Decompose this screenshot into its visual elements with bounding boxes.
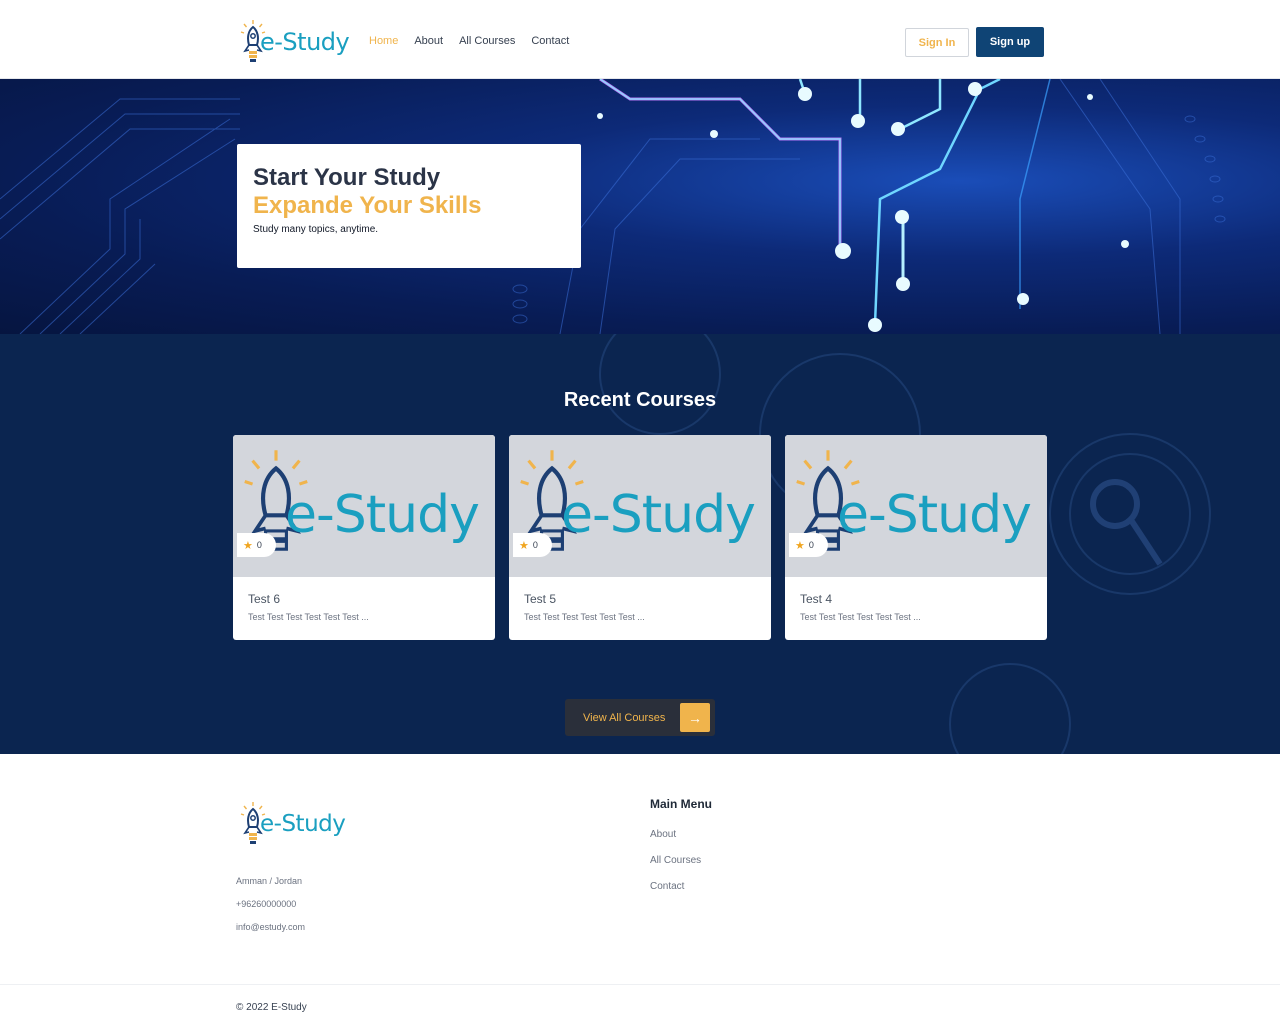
rating-badge: ★ 0 bbox=[513, 533, 552, 557]
footer-link-about[interactable]: About bbox=[650, 829, 676, 840]
course-image-logo: e-Study bbox=[285, 485, 480, 545]
copyright: © 2022 E-Study bbox=[236, 1002, 307, 1013]
footer-address: Amman / Jordan bbox=[236, 876, 303, 886]
circuit-background bbox=[0, 79, 1226, 334]
sign-up-button[interactable]: Sign up bbox=[976, 27, 1044, 57]
footer-link-all-courses[interactable]: All Courses bbox=[650, 855, 701, 866]
footer-logo[interactable]: e-Study bbox=[240, 800, 346, 848]
hero-subtitle: Study many topics, anytime. bbox=[253, 224, 379, 235]
footer-menu-title: Main Menu bbox=[650, 797, 712, 811]
course-card[interactable]: e-Study ★ 0 Test 6 Test Test Test Test T… bbox=[233, 435, 495, 640]
course-image: e-Study ★ 0 bbox=[233, 435, 495, 577]
nav-contact[interactable]: Contact bbox=[531, 35, 569, 47]
footer-link-contact[interactable]: Contact bbox=[650, 881, 684, 892]
logo-text: e-Study bbox=[260, 28, 350, 56]
course-image: e-Study ★ 0 bbox=[785, 435, 1047, 577]
course-card[interactable]: e-Study ★ 0 Test 5 Test Test Test Test T… bbox=[509, 435, 771, 640]
course-title: Test 4 bbox=[800, 592, 833, 606]
course-description: Test Test Test Test Test Test ... bbox=[524, 612, 645, 622]
nav-home[interactable]: Home bbox=[369, 35, 398, 47]
star-icon: ★ bbox=[243, 539, 253, 552]
footer-divider bbox=[0, 984, 1280, 985]
star-icon: ★ bbox=[519, 539, 529, 552]
footer-email[interactable]: info@estudy.com bbox=[236, 922, 305, 932]
nav-about[interactable]: About bbox=[414, 35, 443, 47]
arrow-right-icon: → bbox=[680, 703, 710, 732]
course-image-logo: e-Study bbox=[837, 485, 1032, 545]
main-nav: Home About All Courses Contact bbox=[369, 35, 569, 47]
hero-banner: Start Your Study Expande Your Skills Stu… bbox=[0, 79, 1280, 334]
site-header: e-Study Home About All Courses Contact S… bbox=[0, 0, 1280, 79]
course-description: Test Test Test Test Test Test ... bbox=[800, 612, 921, 622]
rating-value: 0 bbox=[808, 540, 814, 550]
hero-card: Start Your Study Expande Your Skills Stu… bbox=[237, 144, 581, 268]
view-all-courses-button[interactable]: View All Courses → bbox=[565, 699, 715, 736]
site-logo[interactable]: e-Study bbox=[240, 18, 350, 66]
section-title: Recent Courses bbox=[563, 389, 717, 411]
view-all-label: View All Courses bbox=[583, 711, 666, 724]
logo-text: e-Study bbox=[260, 811, 346, 837]
rating-value: 0 bbox=[256, 540, 262, 550]
star-icon: ★ bbox=[795, 539, 805, 552]
rating-badge: ★ 0 bbox=[789, 533, 828, 557]
course-description: Test Test Test Test Test Test ... bbox=[248, 612, 369, 622]
course-title: Test 6 bbox=[248, 592, 281, 606]
course-image-logo: e-Study bbox=[561, 485, 756, 545]
sign-in-button[interactable]: Sign In bbox=[905, 28, 969, 57]
course-title: Test 5 bbox=[524, 592, 557, 606]
course-card[interactable]: e-Study ★ 0 Test 4 Test Test Test Test T… bbox=[785, 435, 1047, 640]
rating-value: 0 bbox=[532, 540, 538, 550]
footer-phone[interactable]: +96260000000 bbox=[236, 899, 296, 909]
nav-all-courses[interactable]: All Courses bbox=[459, 35, 515, 47]
hero-title: Start Your Study bbox=[253, 164, 441, 191]
hero-title-highlight: Expande Your Skills bbox=[253, 192, 482, 219]
rating-badge: ★ 0 bbox=[237, 533, 276, 557]
recent-courses-section: Recent Courses e-Study ★ 0 Test 6 Test T… bbox=[0, 334, 1280, 754]
course-image: e-Study ★ 0 bbox=[509, 435, 771, 577]
